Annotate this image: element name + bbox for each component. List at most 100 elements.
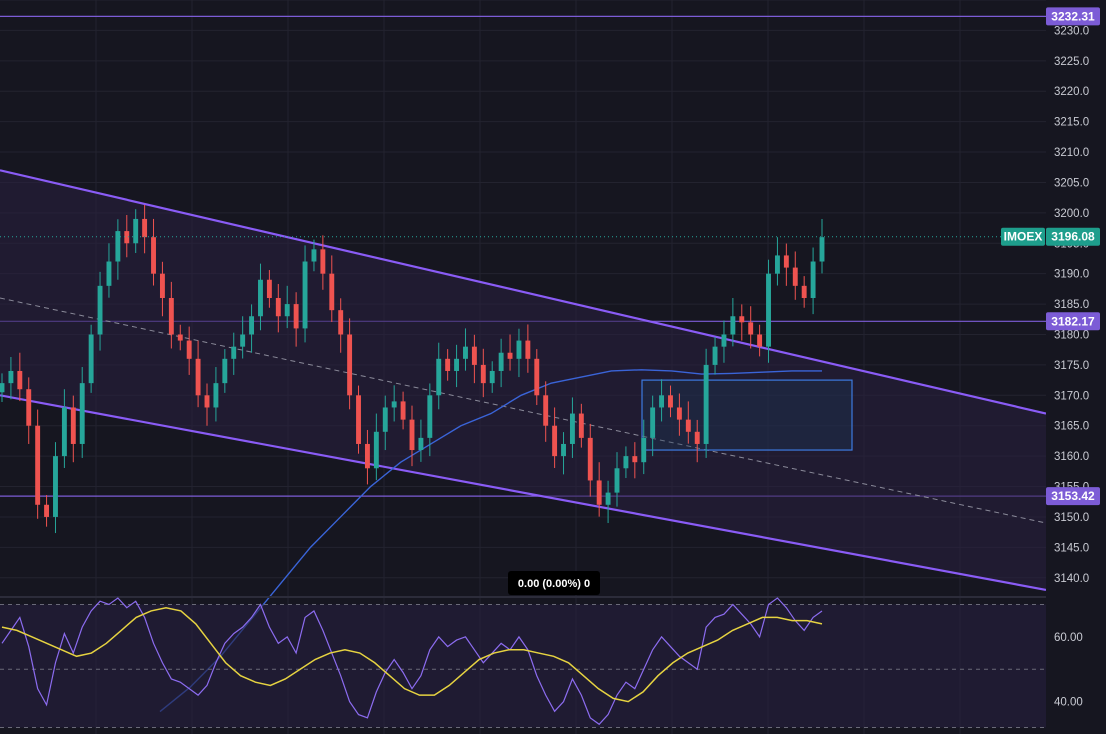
candle-body [133, 218, 139, 244]
candle-body [507, 352, 513, 359]
candle-body [0, 383, 5, 393]
price-axis-tick-label: 3225.0 [1054, 56, 1089, 68]
candle-body [115, 231, 121, 262]
candle-body [70, 407, 76, 444]
candle-body [721, 334, 727, 347]
candle-body [445, 358, 451, 371]
candle-body [88, 334, 94, 384]
candle-body [498, 352, 504, 371]
candle-body [391, 401, 397, 408]
candle-body [142, 218, 148, 238]
candle-body [347, 334, 353, 396]
symbol-tag-text: IMOEX [1004, 230, 1043, 244]
candle-body [231, 346, 237, 359]
candle-body [266, 279, 272, 298]
level-price-tag-text: 3182.17 [1051, 314, 1095, 328]
candle-body [436, 358, 442, 396]
candle-body [454, 358, 460, 371]
candle-body [757, 334, 763, 347]
candle-body [293, 304, 299, 329]
candle-body [168, 298, 174, 335]
candle-body [685, 419, 691, 432]
price-axis[interactable]: 3140.03145.03150.03155.03160.03165.03170… [1046, 0, 1106, 734]
candle-body [801, 285, 807, 298]
candle-body [596, 480, 602, 505]
level-price-tag-text: 3232.31 [1051, 9, 1095, 23]
candle-body [730, 316, 736, 335]
candle-body [195, 358, 201, 396]
candle-body [587, 437, 593, 481]
price-axis-tick-label: 3200.0 [1054, 208, 1089, 220]
consolidation-zone[interactable] [641, 379, 853, 451]
price-axis-tick-label: 3170.0 [1054, 390, 1089, 402]
candle-body [338, 310, 344, 335]
price-axis-tick-label: 3205.0 [1054, 177, 1089, 189]
candle-body [311, 249, 317, 262]
candle-body [61, 407, 67, 457]
candle-body [712, 346, 718, 365]
price-axis-tick-label: 3150.0 [1054, 512, 1089, 524]
candle-body [739, 316, 745, 323]
rsi-axis-tick-label: 40.00 [1054, 697, 1083, 709]
candle-body [632, 456, 638, 463]
candle-body [748, 322, 754, 335]
candle-body [810, 261, 816, 298]
candle-body [159, 273, 165, 298]
candle-body [35, 425, 41, 505]
candle-body [819, 237, 825, 262]
candle-body [204, 395, 210, 408]
candle-body [427, 395, 433, 438]
candle-body [409, 419, 415, 451]
candle-body [258, 279, 263, 317]
candle-body [659, 395, 665, 408]
price-chart[interactable]: 3140.03145.03150.03155.03160.03165.03170… [0, 0, 1106, 734]
candle-body [641, 437, 647, 463]
candle-body [364, 443, 370, 469]
candle-body [614, 468, 620, 493]
candle-body [53, 456, 58, 517]
candle-body [151, 237, 156, 274]
candle-body [186, 340, 192, 359]
candle-body [177, 334, 183, 341]
candle-body [79, 383, 85, 444]
price-axis-tick-label: 3145.0 [1054, 542, 1089, 554]
rsi-band-fill [0, 604, 1046, 728]
candle-body [623, 456, 629, 469]
candle-body [578, 413, 584, 438]
candle-body [471, 346, 477, 365]
price-axis-tick-label: 3160.0 [1054, 451, 1089, 463]
candle-body [561, 443, 566, 457]
candle-body [489, 370, 495, 384]
candle-body [534, 358, 540, 396]
candle-body [284, 304, 290, 317]
last-price-tag-text: 3196.08 [1051, 230, 1095, 244]
candle-body [463, 346, 468, 359]
price-axis-tick-label: 3185.0 [1054, 299, 1089, 311]
candle-body [26, 389, 32, 426]
candle-body [516, 340, 522, 359]
candle-body [329, 273, 335, 311]
candle-body [373, 431, 379, 469]
candle-body [605, 492, 611, 505]
candle-body [480, 364, 486, 384]
candle-body [676, 407, 682, 420]
candle-body [240, 334, 246, 347]
candle-body [97, 285, 103, 335]
price-axis-tick-label: 3165.0 [1054, 421, 1089, 433]
candle-body [213, 383, 219, 408]
candle-body [275, 298, 281, 317]
candle-body [382, 407, 388, 432]
candle-body [694, 431, 700, 444]
candle-body [552, 425, 558, 457]
candle-body [400, 401, 406, 420]
candle-body [302, 261, 308, 329]
price-axis-tick-label: 3210.0 [1054, 147, 1089, 159]
candle-body [774, 255, 780, 274]
rsi-pane [0, 596, 1106, 729]
level-price-tag-text: 3153.42 [1051, 489, 1095, 503]
candle-body [222, 358, 228, 384]
candle-body [106, 261, 112, 286]
crosshair-readout-text: 0.00 (0.00%) 0 [518, 578, 590, 590]
candle-body [44, 504, 50, 517]
candle-body [650, 407, 656, 438]
